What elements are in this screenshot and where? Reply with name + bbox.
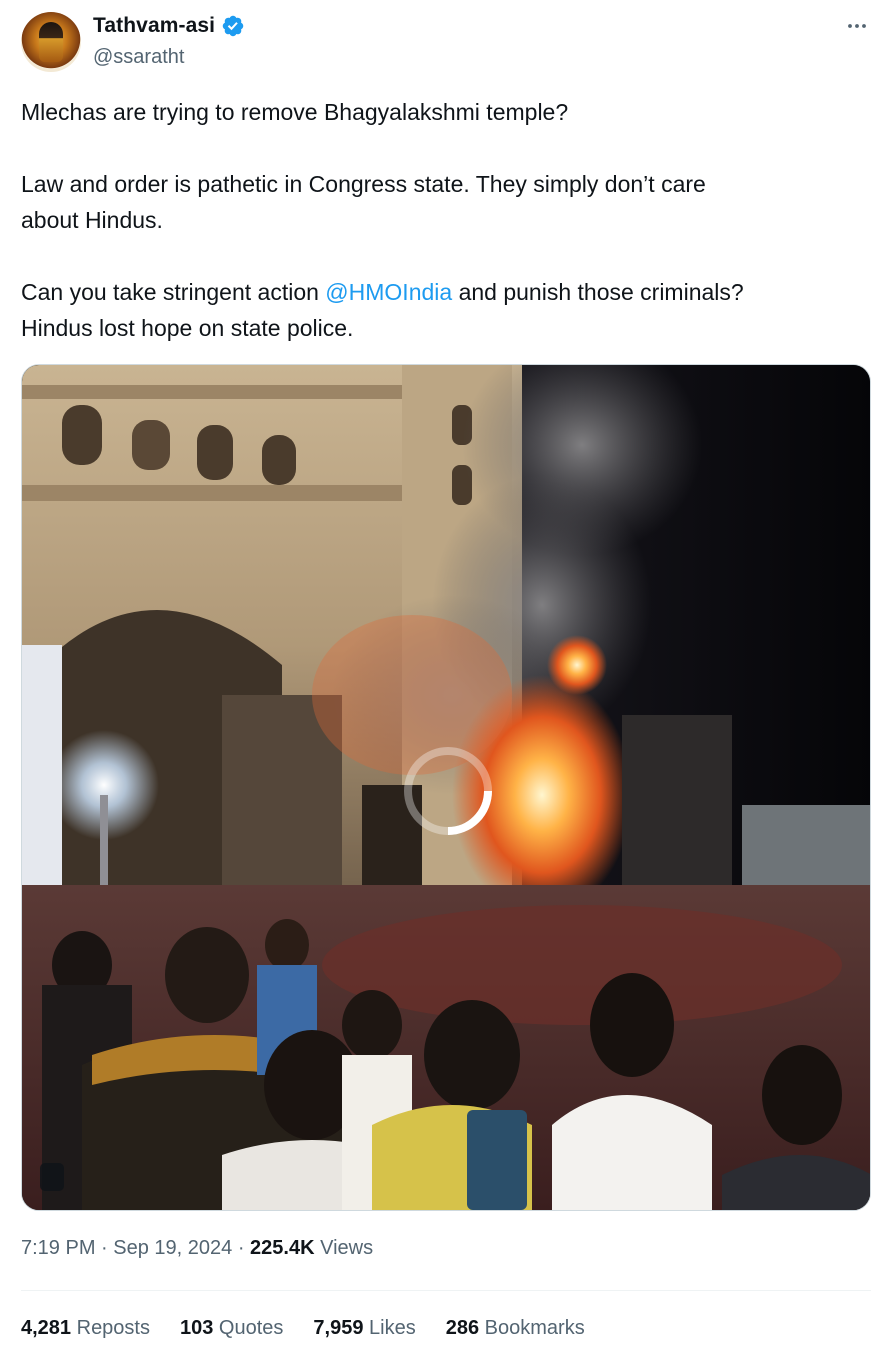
views-label: Views <box>314 1237 374 1259</box>
likes-count: 7,959 <box>313 1317 364 1339</box>
author-name-row: Tathvam-asi <box>93 14 245 38</box>
reposts-stat[interactable]: 4,281 Reposts <box>21 1317 150 1340</box>
engagement-stats: 4,281 Reposts 103 Quotes 7,959 Likes 286… <box>21 1317 585 1340</box>
timestamp-date[interactable]: Sep 19, 2024 <box>113 1237 232 1260</box>
quotes-stat[interactable]: 103 Quotes <box>180 1317 283 1340</box>
likes-label: Likes <box>363 1317 416 1339</box>
tweet-text-line: Can you take stringent action @HMOIndia … <box>21 274 871 310</box>
media-badge <box>40 1163 64 1191</box>
bookmarks-label: Bookmarks <box>479 1317 585 1339</box>
likes-stat[interactable]: 7,959 Likes <box>313 1317 415 1340</box>
bookmarks-stat[interactable]: 286 Bookmarks <box>446 1317 585 1340</box>
more-horizontal-icon <box>848 24 866 28</box>
divider <box>21 1290 871 1291</box>
tweet-text: Mlechas are trying to remove Bhagyalaksh… <box>21 94 871 346</box>
more-options-button[interactable] <box>844 16 870 36</box>
tweet-text-line: Law and order is pathetic in Congress st… <box>21 171 706 197</box>
tweet-text-line: Mlechas are trying to remove Bhagyalaksh… <box>21 99 569 125</box>
bookmarks-count: 286 <box>445 1317 480 1339</box>
verified-badge-icon <box>222 15 244 37</box>
tweet-detail: Tathvam-asi @ssaratht Mlechas are trying… <box>0 0 892 1366</box>
tweet-metadata: 7:19 PM · Sep 19, 2024 · 225.4K Views <box>21 1237 373 1260</box>
timestamp-time[interactable]: 7:19 PM <box>21 1237 95 1260</box>
mention-link[interactable]: @HMOIndia <box>325 279 452 305</box>
author-handle[interactable]: @ssaratht <box>93 46 184 69</box>
video-player[interactable] <box>21 364 871 1211</box>
reposts-label: Reposts <box>71 1317 150 1339</box>
deity-portrait-avatar <box>39 22 63 62</box>
quotes-count: 103 <box>180 1317 214 1339</box>
tweet-text-segment: Can you take stringent action <box>21 279 326 305</box>
quotes-label: Quotes <box>213 1317 284 1339</box>
tweet-text-segment: and punish those criminals? <box>452 279 744 305</box>
views-count: 225.4K <box>250 1237 315 1259</box>
tweet-text-line: Hindus lost hope on state police. <box>21 315 354 341</box>
meta-separator: · <box>232 1237 251 1259</box>
loading-spinner-icon <box>404 747 492 835</box>
author-display-name[interactable]: Tathvam-asi <box>93 14 215 38</box>
reposts-count: 4,281 <box>21 1317 72 1339</box>
meta-separator: · <box>95 1237 114 1259</box>
tweet-text-line: about Hindus. <box>21 207 163 233</box>
avatar[interactable] <box>21 12 81 72</box>
